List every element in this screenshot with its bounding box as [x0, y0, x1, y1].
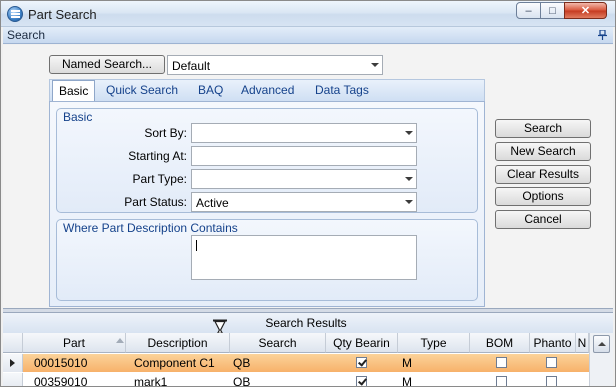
results-vertical-scrollbar[interactable]: [589, 333, 613, 386]
table-row[interactable]: 00359010 mark1 QB M: [3, 373, 589, 387]
column-header-qty-bearing[interactable]: Qty Bearin: [326, 333, 398, 353]
cell-qty-bearing-checkbox[interactable]: [356, 376, 367, 386]
column-header-phantom[interactable]: Phanto: [530, 333, 576, 353]
cell-description: mark1: [134, 375, 168, 387]
search-panel-title: Search: [7, 28, 46, 42]
options-button[interactable]: Options: [495, 187, 591, 206]
named-search-button[interactable]: Named Search...: [49, 55, 165, 74]
tab-basic[interactable]: Basic: [52, 80, 96, 103]
window-controls: ‒ □ ✕: [516, 2, 607, 19]
row-selector[interactable]: [3, 354, 23, 372]
column-header-bom[interactable]: BOM: [470, 333, 530, 353]
text-caret: [196, 240, 197, 251]
row-selector-header: [3, 333, 23, 353]
cancel-button[interactable]: Cancel: [495, 210, 591, 229]
part-status-value: Active: [196, 196, 229, 210]
basic-group: Basic Sort By: Starting At: Part Type: P…: [56, 108, 478, 213]
column-header-description[interactable]: Description: [126, 333, 230, 353]
tab-quick-search[interactable]: Quick Search: [100, 80, 184, 102]
column-header-label: BOM: [485, 336, 514, 350]
cell-search: QB: [233, 375, 251, 387]
chevron-down-icon: [405, 131, 413, 135]
cell-type: M: [402, 375, 412, 387]
search-button[interactable]: Search: [495, 119, 591, 138]
part-search-window: Part Search ‒ □ ✕ Search Named Search...…: [0, 0, 616, 387]
close-button[interactable]: ✕: [564, 2, 607, 19]
cell-part: 00015010: [34, 356, 88, 370]
column-header-part[interactable]: Part: [23, 333, 126, 353]
named-search-value: Default: [172, 59, 211, 73]
window-title: Part Search: [28, 7, 97, 22]
table-row[interactable]: 00015010 Component C1 QB M: [3, 354, 589, 372]
current-row-arrow-icon: [10, 359, 15, 367]
cell-description: Component C1: [134, 356, 215, 370]
cell-phantom-checkbox[interactable]: [546, 376, 557, 386]
part-type-label: Part Type:: [132, 172, 187, 186]
description-group-title: Where Part Description Contains: [63, 221, 238, 235]
cell-type: M: [402, 356, 412, 370]
part-status-label: Part Status:: [124, 195, 187, 209]
tab-data-tags[interactable]: Data Tags: [309, 80, 375, 102]
minimize-button[interactable]: ‒: [516, 2, 541, 19]
tab-page-basic: Basic Sort By: Starting At: Part Type: P…: [49, 101, 485, 307]
description-input[interactable]: [191, 235, 417, 280]
search-panel-body: Named Search... Default Basic Quick Sear…: [3, 45, 613, 308]
title-bar[interactable]: Part Search ‒ □ ✕: [1, 1, 615, 27]
search-panel-header: Search: [3, 27, 613, 44]
cell-part: 00359010: [34, 375, 88, 387]
column-header-label: Part: [62, 336, 85, 350]
column-header-next[interactable]: N: [576, 333, 589, 353]
column-header-label: Type: [420, 336, 447, 350]
cell-bom-checkbox[interactable]: [496, 357, 507, 368]
starting-at-input[interactable]: [191, 146, 417, 166]
results-title: Search Results: [265, 316, 347, 330]
sort-by-label: Sort By:: [144, 126, 187, 140]
results-grid: Part Description Search Qty Bearin Type …: [3, 333, 589, 387]
part-status-combo[interactable]: Active: [191, 192, 417, 212]
chevron-down-icon: [405, 177, 413, 181]
column-header-label: Description: [147, 336, 208, 350]
new-search-button[interactable]: New Search: [495, 142, 591, 161]
cell-phantom-checkbox[interactable]: [546, 357, 557, 368]
scroll-up-button[interactable]: [593, 335, 610, 353]
starting-at-label: Starting At:: [128, 149, 187, 163]
basic-group-title: Basic: [63, 110, 93, 124]
cell-bom-checkbox[interactable]: [496, 376, 507, 386]
named-search-combo[interactable]: Default: [167, 55, 383, 75]
column-header-label: N: [577, 336, 587, 350]
column-header-type[interactable]: Type: [398, 333, 470, 353]
chevron-down-icon: [371, 63, 379, 67]
search-tabs: Basic Quick Search BAQ Advanced Data Tag…: [49, 79, 485, 103]
column-header-label: Search: [258, 336, 297, 350]
clear-results-button[interactable]: Clear Results: [495, 165, 591, 184]
description-group: Where Part Description Contains: [56, 219, 478, 301]
row-selector[interactable]: [3, 373, 23, 386]
app-icon: [7, 6, 23, 22]
part-type-combo[interactable]: [191, 169, 417, 189]
maximize-button[interactable]: □: [540, 2, 565, 19]
sort-by-combo[interactable]: [191, 123, 417, 143]
column-header-label: Phanto: [533, 336, 572, 350]
chevron-down-icon: [405, 200, 413, 204]
tab-baq[interactable]: BAQ: [192, 80, 229, 102]
column-header-search[interactable]: Search: [230, 333, 326, 353]
cell-qty-bearing-checkbox[interactable]: [356, 357, 367, 368]
sort-ascending-icon: [116, 338, 124, 343]
results-header: Search Results: [3, 313, 613, 333]
cell-search: QB: [233, 356, 251, 370]
pin-icon[interactable]: [598, 30, 607, 40]
column-header-label: Qty Bearin: [333, 336, 390, 350]
tab-advanced[interactable]: Advanced: [235, 80, 300, 102]
